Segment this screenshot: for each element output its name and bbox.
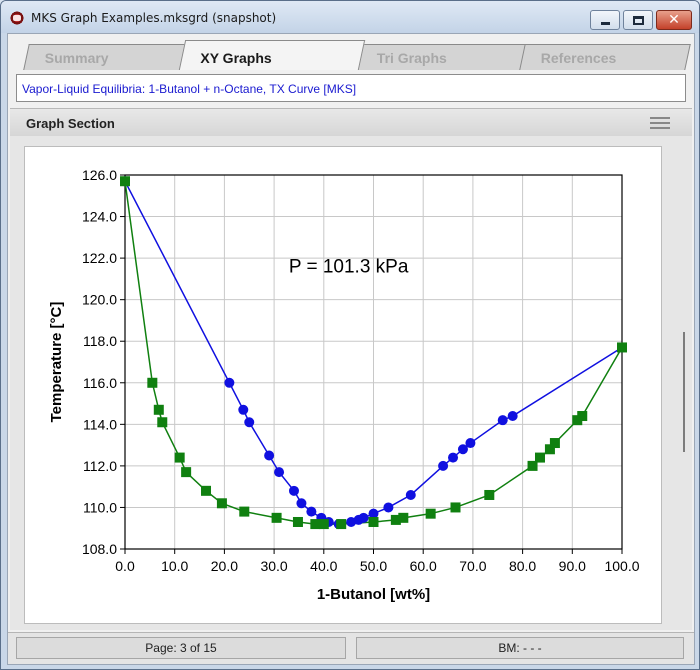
liquid-point (120, 176, 130, 187)
x-axis-label: 1-Butanol [wt%] (317, 586, 430, 603)
vapor-point (507, 411, 518, 422)
liquid-point (617, 342, 627, 353)
maximize-button[interactable] (623, 10, 653, 30)
section-title: Graph Section (26, 116, 115, 131)
liquid-point (425, 508, 436, 519)
vapor-point (238, 404, 249, 415)
vapor-point (358, 512, 369, 523)
vapor-point (405, 489, 416, 500)
x-tick-label: 0.0 (115, 558, 135, 574)
x-tick-label: 10.0 (161, 558, 188, 574)
vapor-point (438, 460, 449, 471)
app-icon (9, 11, 25, 25)
liquid-point (398, 512, 409, 523)
vapor-point (497, 415, 508, 426)
tab-xy-graphs-label: XY Graphs (200, 50, 272, 66)
vapor-point (296, 498, 307, 509)
bookmark-indicator: BM: - - - (356, 637, 684, 659)
x-tick-label: 80.0 (509, 558, 536, 574)
liquid-point (292, 516, 303, 527)
x-tick-label: 100.0 (604, 558, 639, 574)
maximize-icon (633, 16, 644, 25)
tab-references-label: References (540, 50, 617, 66)
scrollbar-thumb[interactable] (683, 332, 685, 452)
tab-summary-label: Summary (44, 50, 109, 66)
y-tick-label: 120.0 (82, 292, 117, 308)
hamburger-menu-icon[interactable] (650, 117, 670, 129)
vapor-point (224, 377, 235, 388)
liquid-point (147, 377, 158, 388)
minimize-icon (601, 22, 610, 25)
x-tick-label: 60.0 (410, 558, 437, 574)
y-tick-label: 122.0 (82, 250, 117, 266)
liquid-point (336, 519, 347, 530)
y-tick-label: 112.0 (83, 458, 117, 474)
y-tick-label: 110.0 (83, 499, 117, 515)
vapor-point (274, 467, 285, 478)
vertical-scrollbar[interactable] (678, 146, 690, 624)
liquid-point (577, 411, 588, 422)
liquid-point (174, 452, 185, 463)
liquid-point (201, 485, 212, 496)
vle-chart: 0.0 10.0 20.0 30.0 40.0 50.0 60.0 70.0 80.0 90.0 1… (48, 167, 640, 603)
vapor-point (244, 417, 255, 428)
x-tick-label: 30.0 (260, 558, 287, 574)
status-bar: Page: 3 of 15 BM: - - - (8, 632, 694, 664)
tab-strip: Summary Tri Graphs References XY Graphs (12, 40, 692, 70)
graph-panel: 0.0 10.0 20.0 30.0 40.0 50.0 60.0 70.0 80.0 90.0 1… (24, 146, 662, 624)
minimize-button[interactable] (590, 10, 620, 30)
vapor-point (383, 502, 394, 513)
vapor-point (288, 485, 299, 496)
liquid-point (534, 452, 545, 463)
vapor-point (264, 450, 275, 461)
liquid-point (239, 506, 250, 517)
liquid-point (484, 489, 495, 500)
y-tick-label: 114.0 (83, 416, 117, 432)
close-icon: ✕ (668, 12, 680, 28)
y-tick-label: 124.0 (82, 209, 117, 225)
vapor-point (465, 438, 476, 449)
tab-tri-graphs[interactable]: Tri Graphs (355, 44, 529, 70)
liquid-point (271, 512, 282, 523)
tab-references[interactable]: References (519, 44, 691, 70)
x-tick-label: 70.0 (459, 558, 486, 574)
vapor-point (306, 506, 317, 517)
y-tick-label: 116.0 (83, 375, 117, 391)
liquid-point (181, 467, 192, 478)
tab-tri-graphs-label: Tri Graphs (376, 50, 447, 66)
app-window: MKS Graph Examples.mksgrd (snapshot) ✕ S… (0, 0, 700, 670)
graph-area: 0.0 10.0 20.0 30.0 40.0 50.0 60.0 70.0 80.0 90.0 1… (10, 136, 692, 630)
liquid-point (157, 417, 168, 428)
window-title: MKS Graph Examples.mksgrd (snapshot) (31, 11, 277, 25)
y-tick-label: 126.0 (82, 167, 117, 183)
pressure-annotation: P = 101.3 kPa (289, 257, 409, 278)
liquid-point (318, 519, 329, 530)
x-tick-label: 50.0 (360, 558, 387, 574)
y-tick-label: 108.0 (82, 541, 117, 557)
liquid-point (368, 516, 379, 527)
y-axis-label: Temperature [°C] (48, 302, 65, 423)
section-header: Graph Section (10, 108, 692, 136)
x-tick-label: 20.0 (211, 558, 238, 574)
liquid-point (216, 498, 227, 509)
title-bar[interactable]: MKS Graph Examples.mksgrd (snapshot) ✕ (1, 1, 699, 33)
vapor-point (448, 452, 459, 463)
y-tick-label: 118.0 (83, 333, 117, 349)
x-tick-label: 90.0 (559, 558, 586, 574)
liquid-point (153, 404, 164, 415)
x-tick-label: 40.0 (310, 558, 337, 574)
subject-field[interactable]: Vapor-Liquid Equilibria: 1-Butanol + n-O… (16, 74, 686, 102)
liquid-point (450, 502, 461, 513)
close-button[interactable]: ✕ (656, 10, 692, 30)
page-indicator: Page: 3 of 15 (16, 637, 346, 659)
client-area: Summary Tri Graphs References XY Graphs … (7, 33, 695, 665)
liquid-point (549, 438, 560, 449)
tab-summary[interactable]: Summary (23, 44, 189, 70)
tab-xy-graphs[interactable]: XY Graphs (178, 40, 366, 70)
